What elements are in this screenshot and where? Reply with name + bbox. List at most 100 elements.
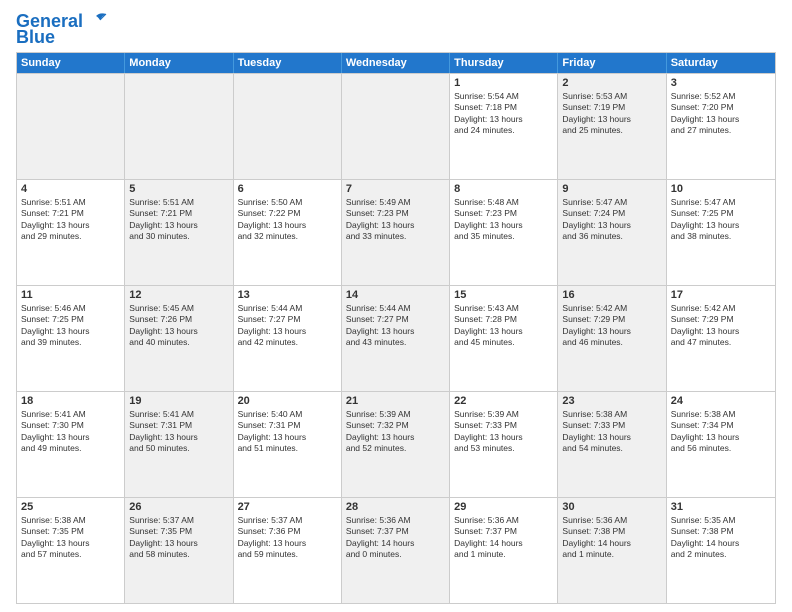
logo-blue: Blue [16, 28, 55, 46]
day-number: 20 [238, 395, 337, 407]
cal-cell-1-4: 8Sunrise: 5:48 AM Sunset: 7:23 PM Daylig… [450, 180, 558, 285]
cal-cell-2-1: 12 Sunrise: 5:45 AM Sunset: 7:26 PM Dayli… [125, 286, 233, 391]
day-number: 25 [21, 501, 120, 513]
day-info: Sunrise: 5:50 AM Sunset: 7:22 PM Dayligh… [238, 197, 337, 243]
cal-cell-4-1: 26 Sunrise: 5:37 AM Sunset: 7:35 PM Dayli… [125, 498, 233, 603]
day-number: 7 [346, 183, 445, 195]
day-info: Sunrise: 5:36 AM Sunset: 7:38 PM Dayligh… [562, 515, 661, 561]
day-number: 2 [562, 77, 661, 89]
calendar-header: SundayMondayTuesdayWednesdayThursdayFrid… [17, 53, 775, 73]
day-info: Sunrise: 5:52 AM Sunset: 7:20 PM Dayligh… [671, 91, 771, 137]
cal-cell-4-0: 25Sunrise: 5:38 AM Sunset: 7:35 PM Dayli… [17, 498, 125, 603]
cal-cell-4-5: 30 Sunrise: 5:36 AM Sunset: 7:38 PM Dayli… [558, 498, 666, 603]
day-info: Sunrise: 5:47 AM Sunset: 7:24 PM Dayligh… [562, 197, 661, 243]
day-info: Sunrise: 5:36 AM Sunset: 7:37 PM Dayligh… [346, 515, 445, 561]
day-info: Sunrise: 5:54 AM Sunset: 7:18 PM Dayligh… [454, 91, 553, 137]
header-cell-monday: Monday [125, 53, 233, 73]
header-cell-friday: Friday [558, 53, 666, 73]
day-number: 17 [671, 289, 771, 301]
cal-cell-1-1: 5 Sunrise: 5:51 AM Sunset: 7:21 PM Daylig… [125, 180, 233, 285]
day-number: 16 [562, 289, 661, 301]
cal-cell-3-6: 24 Sunrise: 5:38 AM Sunset: 7:34 PM Dayli… [667, 392, 775, 497]
day-info: Sunrise: 5:37 AM Sunset: 7:35 PM Dayligh… [129, 515, 228, 561]
cal-cell-4-3: 28 Sunrise: 5:36 AM Sunset: 7:37 PM Dayli… [342, 498, 450, 603]
day-number: 29 [454, 501, 553, 513]
day-info: Sunrise: 5:42 AM Sunset: 7:29 PM Dayligh… [671, 303, 771, 349]
day-info: Sunrise: 5:41 AM Sunset: 7:30 PM Dayligh… [21, 409, 120, 455]
header-cell-saturday: Saturday [667, 53, 775, 73]
day-info: Sunrise: 5:38 AM Sunset: 7:34 PM Dayligh… [671, 409, 771, 455]
day-info: Sunrise: 5:51 AM Sunset: 7:21 PM Dayligh… [21, 197, 120, 243]
cal-cell-2-2: 13Sunrise: 5:44 AM Sunset: 7:27 PM Dayli… [234, 286, 342, 391]
day-info: Sunrise: 5:40 AM Sunset: 7:31 PM Dayligh… [238, 409, 337, 455]
day-number: 4 [21, 183, 120, 195]
day-info: Sunrise: 5:41 AM Sunset: 7:31 PM Dayligh… [129, 409, 228, 455]
header-cell-tuesday: Tuesday [234, 53, 342, 73]
cal-cell-1-6: 10Sunrise: 5:47 AM Sunset: 7:25 PM Dayli… [667, 180, 775, 285]
cal-cell-0-2 [234, 74, 342, 179]
week-row-1: 4 Sunrise: 5:51 AM Sunset: 7:21 PM Daylig… [17, 179, 775, 285]
header-cell-wednesday: Wednesday [342, 53, 450, 73]
day-number: 31 [671, 501, 771, 513]
cal-cell-0-5: 2 Sunrise: 5:53 AM Sunset: 7:19 PM Daylig… [558, 74, 666, 179]
day-info: Sunrise: 5:35 AM Sunset: 7:38 PM Dayligh… [671, 515, 771, 561]
day-info: Sunrise: 5:37 AM Sunset: 7:36 PM Dayligh… [238, 515, 337, 561]
cal-cell-4-4: 29 Sunrise: 5:36 AM Sunset: 7:37 PM Dayli… [450, 498, 558, 603]
day-info: Sunrise: 5:42 AM Sunset: 7:29 PM Dayligh… [562, 303, 661, 349]
cal-cell-3-4: 22Sunrise: 5:39 AM Sunset: 7:33 PM Dayli… [450, 392, 558, 497]
day-info: Sunrise: 5:53 AM Sunset: 7:19 PM Dayligh… [562, 91, 661, 137]
cal-cell-2-3: 14 Sunrise: 5:44 AM Sunset: 7:27 PM Dayli… [342, 286, 450, 391]
logo: General Blue [16, 12, 108, 46]
day-info: Sunrise: 5:44 AM Sunset: 7:27 PM Dayligh… [346, 303, 445, 349]
cal-cell-0-4: 1 Sunrise: 5:54 AM Sunset: 7:18 PM Daylig… [450, 74, 558, 179]
day-number: 14 [346, 289, 445, 301]
day-number: 24 [671, 395, 771, 407]
cal-cell-0-1 [125, 74, 233, 179]
day-number: 3 [671, 77, 771, 89]
day-info: Sunrise: 5:49 AM Sunset: 7:23 PM Dayligh… [346, 197, 445, 243]
day-number: 21 [346, 395, 445, 407]
day-number: 1 [454, 77, 553, 89]
cal-cell-1-3: 7 Sunrise: 5:49 AM Sunset: 7:23 PM Daylig… [342, 180, 450, 285]
cal-cell-4-6: 31 Sunrise: 5:35 AM Sunset: 7:38 PM Dayli… [667, 498, 775, 603]
day-number: 26 [129, 501, 228, 513]
day-info: Sunrise: 5:51 AM Sunset: 7:21 PM Dayligh… [129, 197, 228, 243]
day-info: Sunrise: 5:46 AM Sunset: 7:25 PM Dayligh… [21, 303, 120, 349]
logo-bird-icon [86, 12, 108, 30]
week-row-2: 11 Sunrise: 5:46 AM Sunset: 7:25 PM Dayli… [17, 285, 775, 391]
header: General Blue [16, 12, 776, 46]
cal-cell-3-5: 23Sunrise: 5:38 AM Sunset: 7:33 PM Dayli… [558, 392, 666, 497]
day-number: 5 [129, 183, 228, 195]
day-info: Sunrise: 5:36 AM Sunset: 7:37 PM Dayligh… [454, 515, 553, 561]
day-number: 19 [129, 395, 228, 407]
cal-cell-1-0: 4 Sunrise: 5:51 AM Sunset: 7:21 PM Daylig… [17, 180, 125, 285]
cal-cell-2-4: 15 Sunrise: 5:43 AM Sunset: 7:28 PM Dayli… [450, 286, 558, 391]
day-number: 22 [454, 395, 553, 407]
day-info: Sunrise: 5:47 AM Sunset: 7:25 PM Dayligh… [671, 197, 771, 243]
calendar: SundayMondayTuesdayWednesdayThursdayFrid… [16, 52, 776, 604]
cal-cell-2-5: 16 Sunrise: 5:42 AM Sunset: 7:29 PM Dayli… [558, 286, 666, 391]
day-number: 18 [21, 395, 120, 407]
cal-cell-0-3 [342, 74, 450, 179]
cal-cell-1-5: 9Sunrise: 5:47 AM Sunset: 7:24 PM Daylig… [558, 180, 666, 285]
day-number: 8 [454, 183, 553, 195]
cal-cell-3-2: 20 Sunrise: 5:40 AM Sunset: 7:31 PM Dayli… [234, 392, 342, 497]
day-info: Sunrise: 5:38 AM Sunset: 7:33 PM Dayligh… [562, 409, 661, 455]
cal-cell-2-6: 17 Sunrise: 5:42 AM Sunset: 7:29 PM Dayli… [667, 286, 775, 391]
header-cell-thursday: Thursday [450, 53, 558, 73]
day-info: Sunrise: 5:43 AM Sunset: 7:28 PM Dayligh… [454, 303, 553, 349]
day-info: Sunrise: 5:45 AM Sunset: 7:26 PM Dayligh… [129, 303, 228, 349]
day-number: 12 [129, 289, 228, 301]
cal-cell-4-2: 27Sunrise: 5:37 AM Sunset: 7:36 PM Dayli… [234, 498, 342, 603]
calendar-body: 1 Sunrise: 5:54 AM Sunset: 7:18 PM Daylig… [17, 73, 775, 603]
day-number: 11 [21, 289, 120, 301]
week-row-3: 18 Sunrise: 5:41 AM Sunset: 7:30 PM Dayli… [17, 391, 775, 497]
day-number: 30 [562, 501, 661, 513]
cal-cell-0-0 [17, 74, 125, 179]
cal-cell-3-1: 19 Sunrise: 5:41 AM Sunset: 7:31 PM Dayli… [125, 392, 233, 497]
day-number: 15 [454, 289, 553, 301]
day-number: 28 [346, 501, 445, 513]
cal-cell-1-2: 6Sunrise: 5:50 AM Sunset: 7:22 PM Daylig… [234, 180, 342, 285]
header-cell-sunday: Sunday [17, 53, 125, 73]
cal-cell-3-0: 18 Sunrise: 5:41 AM Sunset: 7:30 PM Dayli… [17, 392, 125, 497]
